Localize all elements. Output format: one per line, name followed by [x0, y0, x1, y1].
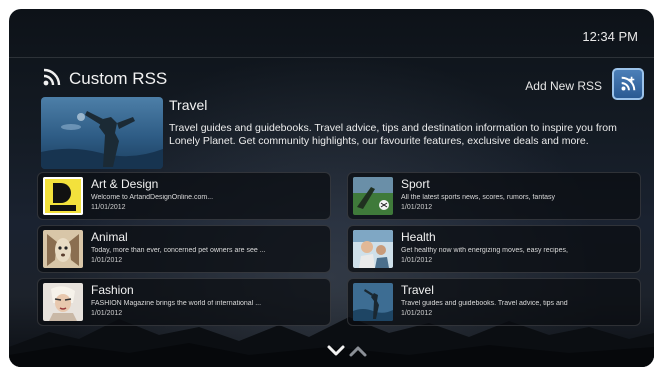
- add-new-rss-button[interactable]: [612, 68, 644, 100]
- feed-date: 1/01/2012: [401, 257, 433, 264]
- feed-card-fashion[interactable]: Fashion FASHION Magazine brings the worl…: [37, 278, 331, 326]
- feed-card-health[interactable]: Health Get healthy now with energizing m…: [347, 225, 641, 273]
- feed-title: Health: [401, 230, 436, 244]
- travel-thumbnail: [353, 283, 393, 321]
- sport-thumbnail: [353, 177, 393, 215]
- feed-title: Sport: [401, 177, 430, 191]
- feed-date: 1/01/2012: [91, 257, 123, 264]
- feed-description: Get healthy now with energizing moves, e…: [401, 247, 568, 254]
- feed-description: Welcome to ArtandDesignOnline.com...: [91, 194, 214, 201]
- feed-description: All the latest sports news, scores, rumo…: [401, 194, 556, 201]
- feed-date: 1/01/2012: [401, 204, 433, 211]
- feed-description: Travel guides and guidebooks. Travel adv…: [401, 300, 568, 307]
- feed-date: 1/01/2012: [91, 310, 123, 317]
- feed-description: FASHION Magazine brings the world of int…: [91, 300, 262, 307]
- add-rss-icon: [621, 76, 636, 91]
- feed-description: Today, more than ever, concerned pet own…: [91, 247, 266, 254]
- health-thumbnail: [353, 230, 393, 268]
- feed-card-animal[interactable]: Animal Today, more than ever, concerned …: [37, 225, 331, 273]
- featured-title[interactable]: Travel: [169, 97, 207, 113]
- page-title: Custom RSS: [69, 69, 168, 88]
- feed-card-travel[interactable]: Travel Travel guides and guidebooks. Tra…: [347, 278, 641, 326]
- feed-date: 1/01/2012: [401, 310, 433, 317]
- feed-card-sport[interactable]: Sport All the latest sports news, scores…: [347, 172, 641, 220]
- rss-icon: [43, 68, 61, 86]
- featured-description: Travel guides and guidebooks. Travel adv…: [169, 122, 617, 147]
- feed-title: Animal: [91, 230, 128, 244]
- feed-date: 11/01/2012: [91, 204, 126, 211]
- fashion-thumbnail: [43, 283, 83, 321]
- art-design-thumbnail: [43, 177, 83, 215]
- feed-card-art-design[interactable]: Art & Design Welcome to ArtandDesignOnli…: [37, 172, 331, 220]
- clock: 12:34 PM: [582, 29, 638, 44]
- featured-thumbnail[interactable]: [41, 97, 163, 169]
- feed-title: Fashion: [91, 283, 134, 297]
- header-divider: [9, 57, 654, 58]
- animal-thumbnail: [43, 230, 83, 268]
- feed-title: Travel: [401, 283, 434, 297]
- scroll-arrows-icon[interactable]: [325, 342, 369, 360]
- add-new-rss-label[interactable]: Add New RSS: [525, 79, 602, 93]
- tv-screen: 12:34 PM Custom RSS Add New RSS Travel T…: [9, 9, 654, 367]
- feed-title: Art & Design: [91, 177, 159, 191]
